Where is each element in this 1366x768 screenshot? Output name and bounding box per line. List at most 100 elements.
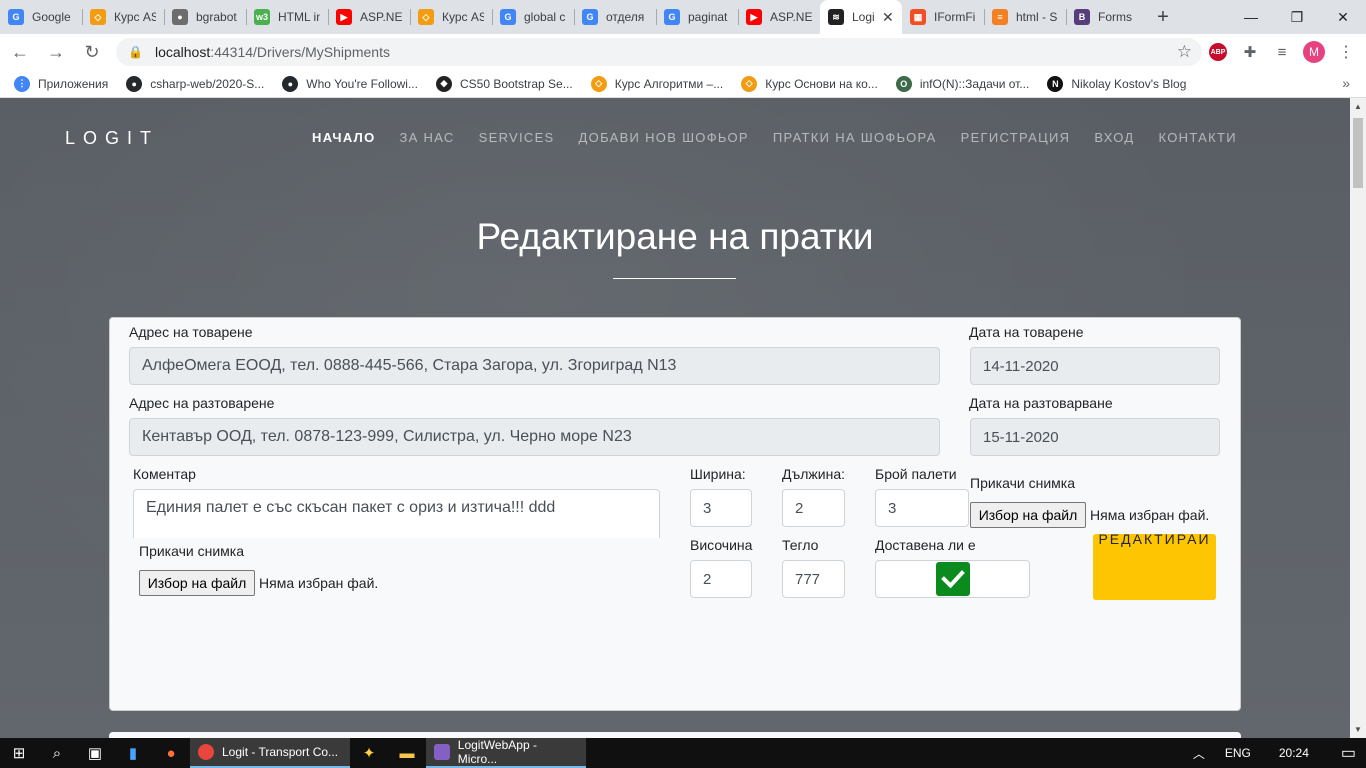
adblock-extension-icon[interactable]: ABP	[1202, 36, 1234, 68]
bookmark-label: CS50 Bootstrap Se...	[459, 76, 573, 91]
taskbar-app-chrome[interactable]: Logit - Transport Co...	[190, 738, 350, 768]
tab-favicon-icon: ▶	[746, 9, 762, 25]
browser-tab[interactable]: ≋ Logi ✕	[820, 0, 902, 34]
nav-link[interactable]: КОНТАКТИ	[1159, 130, 1237, 145]
unloading-date-field[interactable]: 15-11-2020	[970, 418, 1220, 456]
page-scrollbar[interactable]: ▲ ▼	[1350, 98, 1366, 738]
no-file-text-left: Няма избран фай.	[259, 575, 379, 591]
bookmark-star-icon[interactable]: ☆	[1177, 42, 1192, 62]
comment-textarea[interactable]: Единия палет е със скъсан пакет с ориз и…	[133, 489, 660, 538]
bookmark-item[interactable]: ◇ Курс Основи на ко...	[741, 75, 878, 92]
notes-app-icon[interactable]: ▮	[114, 738, 152, 768]
bookmark-item[interactable]: ● Who You're Followi...	[282, 75, 418, 92]
tab-label: Logi	[852, 10, 875, 24]
forward-icon[interactable]: →	[40, 36, 72, 68]
tab-label: global c	[524, 10, 566, 24]
nav-link[interactable]: ВХОД	[1094, 130, 1134, 145]
nav-link[interactable]: РЕГИСТРАЦИЯ	[961, 130, 1071, 145]
notifications-icon[interactable]: ▭	[1341, 743, 1356, 763]
file-explorer-icon[interactable]: ▬	[388, 738, 426, 768]
site-brand[interactable]: LOGIT	[65, 128, 159, 149]
tab-favicon-icon: B	[1074, 9, 1090, 25]
reload-icon[interactable]: ↻	[76, 36, 108, 68]
nav-link[interactable]: ПРАТКИ НА ШОФЬОРА	[773, 130, 937, 145]
bookmark-item[interactable]: OinfO(N)::Задачи от...	[895, 75, 1029, 92]
browser-menu-icon[interactable]: ⋮	[1330, 36, 1362, 68]
language-indicator[interactable]: ENG	[1225, 746, 1251, 760]
bookmark-icon: ◆	[435, 75, 452, 92]
taskbar-app-vs-label: LogitWebApp - Micro...	[457, 738, 537, 766]
browser-tab[interactable]: ◇ Курс AS	[82, 0, 164, 34]
choose-file-button-left[interactable]: Избор на файл	[139, 570, 255, 596]
extensions-puzzle-icon[interactable]: ✚	[1234, 36, 1266, 68]
bookmark-item[interactable]: N Nikolay Kostov's Blog	[1047, 75, 1186, 92]
unloading-address-field[interactable]: Кентавър ООД, тел. 0878-123-999, Силистр…	[129, 418, 940, 456]
browser-tab[interactable]: ▶ ASP.NE	[328, 0, 410, 34]
pallets-input[interactable]: 3	[875, 489, 969, 527]
browser-tab[interactable]: ▦ IFormFi	[902, 0, 984, 34]
url-host: localhost	[154, 44, 211, 60]
windows-start-icon[interactable]: ⊞	[0, 738, 38, 768]
bookmark-item[interactable]: ◆ CS50 Bootstrap Se...	[435, 75, 573, 92]
browser-tab[interactable]: Gотделя	[574, 0, 656, 34]
tab-list: G Google ◇ Курс AS ● bgrabot w3 HTML in ▶ ASP.NE ◇…	[0, 0, 1148, 34]
delivered-checkbox[interactable]	[936, 562, 970, 596]
edit-button-label: РЕДАКТИРАЙ	[1098, 534, 1211, 547]
nav-link[interactable]: SERVICES	[479, 130, 555, 145]
nav-link[interactable]: НАЧАЛО	[312, 130, 376, 145]
browser-tab[interactable]: ≡ html - S	[984, 0, 1066, 34]
browser-tab[interactable]: B Forms	[1066, 0, 1148, 34]
minimize-button[interactable]: —	[1228, 0, 1274, 34]
search-icon[interactable]: ⌕	[38, 738, 76, 768]
restore-button[interactable]: ❐	[1274, 0, 1320, 34]
nav-link[interactable]: ЗА НАС	[400, 130, 455, 145]
browser-tab[interactable]: ◇ Курс AS	[410, 0, 492, 34]
loading-address-field[interactable]: АлфеОмега ЕООД, тел. 0888-445-566, Стара…	[129, 347, 940, 385]
close-window-button[interactable]: ✕	[1320, 0, 1366, 34]
loading-date-field[interactable]: 14-11-2020	[970, 347, 1220, 385]
back-icon[interactable]: ←	[4, 36, 36, 68]
new-tab-button[interactable]: +	[1148, 0, 1178, 34]
browser-tab[interactable]: ▶ ASP.NE	[738, 0, 820, 34]
close-tab-icon[interactable]: ✕	[882, 9, 894, 26]
width-input[interactable]: 3	[690, 489, 752, 527]
height-input[interactable]: 2	[690, 560, 752, 598]
browser-tab[interactable]: Gglobal c	[492, 0, 574, 34]
attach-photo-label-right: Прикачи снимка	[970, 475, 1075, 491]
bookmark-item[interactable]: ● csharp-web/2020-S...	[126, 75, 264, 92]
browser-tab[interactable]: G Google	[0, 0, 82, 34]
task-view-icon[interactable]: ▣	[76, 738, 114, 768]
bookmark-icon: ⋮	[14, 75, 30, 92]
bookmark-item[interactable]: ⋮ Приложения	[14, 75, 108, 92]
address-bar[interactable]: 🔒 localhost:44314/Drivers/MyShipments ☆	[116, 38, 1202, 66]
delivered-label: Доставена ли е	[875, 537, 976, 553]
length-input[interactable]: 2	[782, 489, 845, 527]
weight-input[interactable]: 777	[782, 560, 845, 598]
choose-file-button-right[interactable]: Избор на файл	[970, 502, 1086, 528]
scroll-up-icon[interactable]: ▲	[1354, 102, 1362, 111]
tab-favicon-icon: G	[664, 9, 680, 25]
nav-link[interactable]: ДОБАВИ НОВ ШОФЬОР	[579, 130, 749, 145]
python-app-icon[interactable]: ✦	[350, 738, 388, 768]
more-bookmarks-icon[interactable]: »	[1342, 75, 1350, 91]
scrollbar-thumb[interactable]	[1353, 118, 1363, 188]
taskbar-app-chrome-label: Logit - Transport Co...	[222, 745, 339, 759]
media-control-icon[interactable]: ≡	[1266, 36, 1298, 68]
clock[interactable]: 20:24	[1279, 746, 1309, 760]
tray-chevron-icon[interactable]: ︿	[1193, 745, 1205, 762]
firefox-icon[interactable]: ●	[152, 738, 190, 768]
edit-shipment-button[interactable]: РЕДАКТИРАЙ	[1093, 534, 1216, 600]
browser-tab[interactable]: w3 HTML in	[246, 0, 328, 34]
abp-badge: ABP	[1209, 43, 1227, 61]
scroll-down-icon[interactable]: ▼	[1354, 725, 1362, 734]
profile-avatar[interactable]: M	[1298, 36, 1330, 68]
tab-favicon-icon: ◇	[90, 9, 106, 25]
browser-tab[interactable]: ● bgrabot	[164, 0, 246, 34]
bookmark-icon: O	[895, 75, 912, 92]
unloading-date-label: Дата на разтоварване	[969, 395, 1113, 411]
unloading-address-label: Адрес на разтоварене	[129, 395, 275, 411]
bookmark-item[interactable]: ◇ Курс Алгоритми –...	[590, 75, 723, 92]
browser-tab[interactable]: Gpaginat	[656, 0, 738, 34]
bookmarks-bar: ⋮ Приложения ● csharp-web/2020-S... ● Who You…	[0, 70, 1366, 98]
taskbar-app-visual-studio[interactable]: LogitWebApp - Micro...	[426, 738, 586, 768]
